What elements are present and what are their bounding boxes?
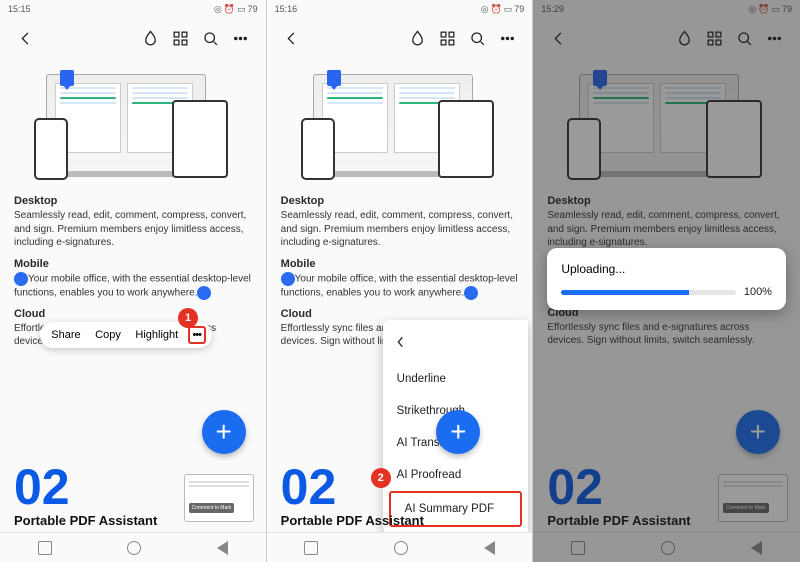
nav-back-icon[interactable] <box>217 541 228 555</box>
android-nav-bar <box>0 532 266 562</box>
android-nav-bar <box>267 532 533 562</box>
page-title: Portable PDF Assistant <box>281 513 519 528</box>
toolbar <box>267 18 533 58</box>
menu-underline[interactable]: Underline <box>383 363 529 395</box>
search-icon[interactable] <box>462 23 492 53</box>
fab-add-button[interactable]: + <box>202 410 246 454</box>
copy-button[interactable]: Copy <box>90 329 126 341</box>
ink-icon[interactable] <box>402 23 432 53</box>
screen-3: 15:29 ◎⏰▭79 DesktopSeamlessly read, edit… <box>533 0 800 562</box>
grid-icon[interactable] <box>432 23 462 53</box>
upload-dialog: Uploading... 100% <box>547 248 786 310</box>
search-icon[interactable] <box>196 23 226 53</box>
devices-illustration <box>14 70 252 185</box>
nav-home-icon[interactable] <box>394 541 408 555</box>
selected-text[interactable]: Your mobile office, with the essential d… <box>281 272 519 300</box>
status-time: 15:15 <box>8 4 31 14</box>
page-content: Desktop Seamlessly read, edit, comment, c… <box>0 58 266 355</box>
screen-1: 15:15 ◎⏰▭79 Desktop Seamlessly read, edit… <box>0 0 267 562</box>
page-number: 02 <box>281 465 519 510</box>
more-icon[interactable] <box>226 23 256 53</box>
nav-recents-icon[interactable] <box>38 541 52 555</box>
fab-add-button[interactable]: + <box>436 410 480 454</box>
section-title-desktop: Desktop <box>14 195 252 207</box>
section-title-mobile: Mobile <box>14 258 252 270</box>
ink-icon[interactable] <box>136 23 166 53</box>
highlight-button[interactable]: Highlight <box>130 329 183 341</box>
more-icon[interactable] <box>492 23 522 53</box>
progress-percent: 100% <box>744 286 772 298</box>
progress-bar <box>561 290 736 295</box>
selected-text[interactable]: Your mobile office, with the essential d… <box>14 272 252 300</box>
section-title-desktop: Desktop <box>281 195 519 207</box>
menu-back-icon[interactable] <box>383 326 529 363</box>
grid-icon[interactable] <box>166 23 196 53</box>
status-icons: ◎⏰▭79 <box>481 4 525 15</box>
back-icon[interactable] <box>277 23 307 53</box>
nav-recents-icon[interactable] <box>304 541 318 555</box>
section-title-cloud: Cloud <box>14 308 252 320</box>
toolbar <box>0 18 266 58</box>
status-bar: 15:15 ◎⏰▭79 <box>0 0 266 18</box>
section-body-desktop: Seamlessly read, edit, comment, compress… <box>281 209 519 250</box>
upload-label: Uploading... <box>561 262 772 276</box>
devices-illustration <box>281 70 519 185</box>
section-title-mobile: Mobile <box>281 258 519 270</box>
callout-badge-2: 2 <box>371 468 391 488</box>
section-title-cloud: Cloud <box>281 308 519 320</box>
callout-badge-1: 1 <box>178 308 198 328</box>
status-time: 15:16 <box>275 4 298 14</box>
page-content: Desktop Seamlessly read, edit, comment, c… <box>267 58 533 355</box>
bookmark-icon <box>60 70 74 86</box>
back-icon[interactable] <box>10 23 40 53</box>
page-title: Portable PDF Assistant <box>14 513 252 528</box>
bookmark-icon <box>327 70 341 86</box>
status-icons: ◎⏰▭79 <box>214 4 258 15</box>
screen-2: 15:16 ◎⏰▭79 Desktop Seamlessly read, edit… <box>267 0 534 562</box>
status-bar: 15:16 ◎⏰▭79 <box>267 0 533 18</box>
section-body-desktop: Seamlessly read, edit, comment, compress… <box>14 209 252 250</box>
share-button[interactable]: Share <box>46 329 85 341</box>
nav-home-icon[interactable] <box>127 541 141 555</box>
page-number: 02 <box>14 465 252 510</box>
selection-more-icon[interactable]: ••• <box>188 326 206 344</box>
nav-back-icon[interactable] <box>484 541 495 555</box>
